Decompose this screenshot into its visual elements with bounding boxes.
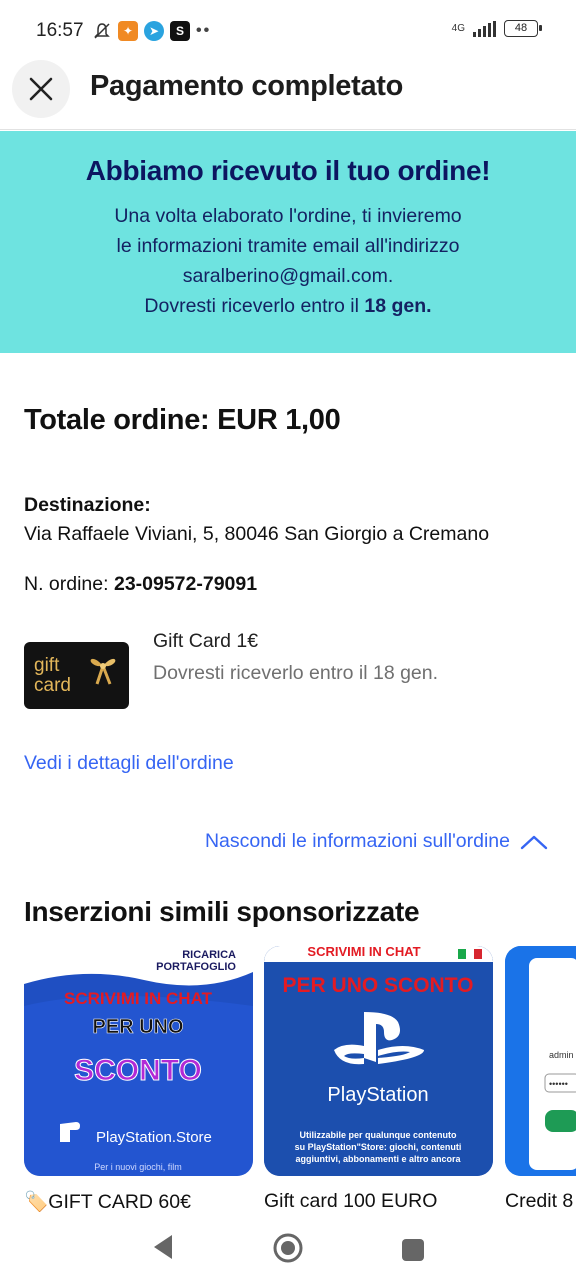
destination-label: Destinazione:	[24, 494, 151, 516]
app-header: Pagamento completato	[0, 58, 576, 130]
sponsored-card-1[interactable]: RICARICA PORTAFOGLIO SCRIVIMI IN CHAT PE…	[24, 946, 253, 1176]
confirmation-banner: Abbiamo ricevuto il tuo ordine! Una volt…	[0, 131, 576, 353]
muted-bell-icon	[92, 21, 112, 41]
home-circle-icon[interactable]	[272, 1232, 304, 1264]
card-1-line-1: SCRIVIMI IN CHAT	[64, 989, 213, 1008]
signal-icon	[473, 20, 496, 37]
card-2-small-1: Utilizzabile per qualunque contenuto	[299, 1130, 457, 1140]
card-2-image: SCRIVIMI IN CHAT PER UNO SCONTO PlayStat…	[264, 946, 493, 1176]
more-dots-icon: ••	[196, 22, 212, 39]
card-2-brand: PlayStation	[327, 1084, 428, 1106]
order-number-label: N. ordine:	[24, 573, 114, 595]
sponsored-card-3-label[interactable]: Credit 8	[505, 1190, 576, 1213]
network-type: 4G	[451, 22, 465, 34]
banner-line-1: Una volta elaborato l'ordine, ti inviere…	[114, 205, 462, 227]
item-name[interactable]: Gift Card 1€	[153, 630, 258, 653]
order-details-link[interactable]: Vedi i dettagli dell'ordine	[24, 752, 234, 775]
close-button[interactable]	[12, 60, 70, 118]
thumbnail-text-line-2: card	[34, 675, 71, 696]
system-navigation-bar	[0, 1218, 576, 1280]
item-thumbnail[interactable]: gift card	[24, 642, 129, 709]
card-2-small-2: su PlayStation"Store: giochi, contenuti	[295, 1142, 462, 1152]
chevron-up-icon	[520, 835, 548, 849]
order-number: N. ordine: 23-09572-79091	[24, 573, 257, 596]
status-bar: 16:57 ✦ ➤ S •• 4G 48	[0, 0, 576, 62]
card-2-top-text: SCRIVIMI IN CHAT	[307, 946, 420, 959]
recent-square-icon[interactable]	[402, 1239, 424, 1261]
sponsored-card-2-label[interactable]: Gift card 100 EURO	[264, 1190, 437, 1213]
banner-message: Una volta elaborato l'ordine, ti inviere…	[0, 201, 576, 291]
page-title: Pagamento completato	[90, 70, 404, 102]
sponsored-card-3[interactable]: admin ••••••	[505, 946, 576, 1176]
close-icon	[29, 77, 53, 101]
status-time: 16:57	[36, 20, 84, 41]
card-3-text-1: admin	[549, 1050, 574, 1060]
battery-icon: 48	[504, 20, 542, 37]
card-1-top-text-2: PORTAFOGLIO	[156, 961, 236, 973]
gift-bow-icon	[90, 658, 116, 685]
back-triangle-icon[interactable]	[150, 1232, 176, 1262]
thumbnail-text-line-1: gift	[34, 655, 60, 676]
thumbnail-text: gift card	[34, 656, 71, 696]
hide-order-info-label: Nascondi le informazioni sull'ordine	[204, 830, 510, 852]
card-1-line-3: SCONTO	[74, 1054, 202, 1087]
order-number-value: 23-09572-79091	[113, 573, 258, 595]
card-2-small-3: aggiuntivi, abbonamenti e altro ancora	[295, 1154, 461, 1164]
banner-eta-date: 18 gen.	[364, 295, 432, 317]
destination-address: Via Raffaele Viviani, 5, 80046 San Giorg…	[24, 523, 490, 545]
s-app-icon: S	[170, 21, 190, 41]
card-3-image: admin ••••••	[505, 946, 576, 1176]
banner-line-2: le informazioni tramite email all'indiri…	[116, 235, 460, 257]
card-2-line-1: PER UNO SCONTO	[283, 974, 474, 997]
card-1-image: RICARICA PORTAFOGLIO SCRIVIMI IN CHAT PE…	[24, 946, 253, 1176]
app-notification-icon: ✦	[118, 21, 138, 41]
sponsored-card-2[interactable]: SCRIVIMI IN CHAT PER UNO SCONTO PlayStat…	[264, 946, 493, 1176]
status-notification-icons: ✦ ➤ S ••	[92, 21, 211, 41]
card-1-line-2: PER UNO	[92, 1016, 183, 1038]
banner-title: Abbiamo ricevuto il tuo ordine!	[85, 155, 491, 186]
card-3-text-2: ••••••	[549, 1079, 568, 1089]
hide-order-info-link[interactable]: Nascondi le informazioni sull'ordine	[205, 830, 548, 853]
sponsored-card-1-label[interactable]: 🏷️GIFT CARD 60€	[24, 1190, 191, 1214]
banner-eta-prefix: Dovresti riceverlo entro il	[144, 295, 365, 317]
sponsored-section-title: Inserzioni simili sponsorizzate	[24, 896, 420, 927]
card-1-top-text: RICARICA	[182, 949, 236, 961]
status-system-icons: 4G 48	[451, 20, 542, 37]
order-total: Totale ordine: EUR 1,00	[24, 404, 341, 436]
item-delivery-estimate: Dovresti riceverlo entro il 18 gen.	[153, 662, 439, 684]
banner-email: saralberino@gmail.com.	[182, 265, 394, 287]
card-1-brand: PlayStation.Store	[96, 1129, 212, 1146]
card-1-bottom: Per i nuovi giochi, film	[94, 1162, 182, 1172]
telegram-icon: ➤	[144, 21, 164, 41]
banner-eta: Dovresti riceverlo entro il 18 gen.	[0, 291, 576, 321]
